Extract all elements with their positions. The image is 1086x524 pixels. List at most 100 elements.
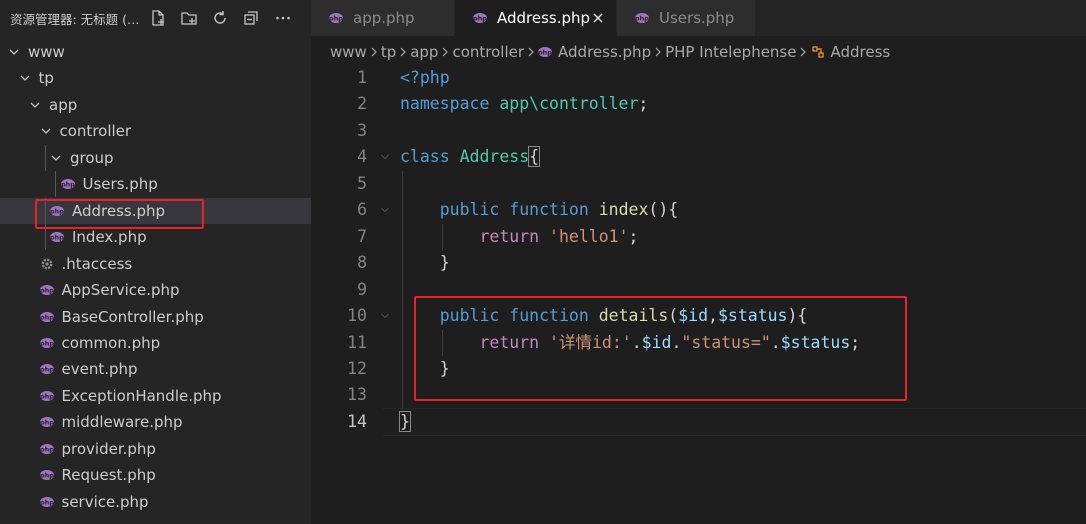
code-text: public function details($id,$status){	[400, 303, 808, 329]
code-line[interactable]: 5	[311, 171, 1086, 197]
tree-item-appservice-php[interactable]: php AppService.php	[0, 277, 311, 303]
tree-item-exceptionhandle-php[interactable]: php ExceptionHandle.php	[0, 383, 311, 409]
line-number: 5	[357, 173, 367, 193]
code-line[interactable]: 4 class Address{	[311, 144, 1086, 170]
tree-item-htaccess[interactable]: .htaccess	[0, 251, 311, 277]
code-line[interactable]: 6 public function index(){	[311, 197, 1086, 223]
code-token: ;	[638, 94, 649, 114]
code-token: $id	[641, 332, 672, 352]
breadcrumb-item-tp[interactable]: tp	[381, 43, 396, 61]
code-line[interactable]: 3	[311, 118, 1086, 144]
tree-item-provider-php[interactable]: php provider.php	[0, 436, 311, 462]
tree-item-app[interactable]: app	[0, 92, 311, 118]
php-file-icon: php	[39, 470, 54, 481]
svg-text:php: php	[40, 313, 54, 321]
code-token: .	[631, 332, 642, 352]
new-file-icon[interactable]	[148, 8, 168, 28]
code-line[interactable]: 1 <?php	[311, 65, 1086, 91]
code-token: namespace	[400, 94, 490, 114]
tab-users-php[interactable]: php Users.php	[617, 0, 756, 36]
tree-item-tp[interactable]: tp	[0, 65, 311, 91]
code-token: index	[598, 200, 649, 220]
fold-chevron-icon[interactable]	[380, 152, 390, 162]
line-number: 8	[357, 253, 367, 273]
tree-item-basecontroller-php[interactable]: php BaseController.php	[0, 304, 311, 330]
code-line[interactable]: 2 namespace app\controller;	[311, 91, 1086, 117]
svg-text:php: php	[40, 339, 54, 347]
code-line[interactable]: 13	[311, 382, 1086, 408]
code-token: ){	[787, 306, 808, 326]
chevron-right-icon	[396, 47, 410, 57]
tree-item-label: event.php	[61, 360, 138, 379]
fold-chevron-icon[interactable]	[380, 311, 390, 321]
tree-item-group[interactable]: group	[0, 144, 311, 171]
chevron-right-icon	[438, 47, 452, 57]
svg-text:php: php	[40, 498, 54, 506]
breadcrumb-item-file[interactable]: php Address.php	[538, 43, 651, 61]
line-number: 9	[357, 279, 367, 299]
code-text: <?php	[400, 65, 450, 91]
line-number: 3	[357, 120, 367, 140]
php-file-icon: php	[39, 311, 54, 322]
tree-item-middleware-php[interactable]: php middleware.php	[0, 409, 311, 435]
code-line[interactable]: 14}	[311, 409, 1086, 435]
tree-item-label: app	[49, 95, 78, 114]
code-token: "status="	[681, 332, 771, 352]
tab-address-php[interactable]: php Address.php	[455, 0, 617, 36]
code-line[interactable]: 8 }	[311, 250, 1086, 276]
chevron-right-icon	[524, 47, 538, 57]
breadcrumb-item-symbol[interactable]: Address	[810, 43, 890, 61]
code-line[interactable]: 10 public function details($id,$status){	[311, 303, 1086, 329]
line-number: 6	[357, 200, 367, 220]
tree-item-www[interactable]: www	[0, 39, 311, 65]
chevron-right-icon	[796, 47, 810, 57]
tree-item-event-php[interactable]: php event.php	[0, 356, 311, 382]
tree-item-label: ExceptionHandle.php	[61, 386, 222, 405]
php-file-icon: php	[39, 390, 54, 401]
editor-area: php app.php php Address.php php Users.ph…	[311, 0, 1086, 524]
tree-item-service-php[interactable]: php service.php	[0, 489, 311, 515]
code-token: {	[528, 146, 541, 168]
fold-chevron-icon[interactable]	[380, 205, 390, 215]
breadcrumb-item-www[interactable]: www	[330, 43, 367, 61]
tree-item-index-php[interactable]: php Index.php	[0, 224, 311, 251]
breadcrumb-item-language-server[interactable]: PHP Intelephense	[665, 43, 796, 61]
code-line[interactable]: 7 return 'hello1';	[311, 224, 1086, 250]
tree-item-common-php[interactable]: php common.php	[0, 330, 311, 356]
code-token: public	[439, 200, 500, 220]
code-text: }	[400, 250, 450, 276]
gear-icon	[40, 257, 54, 271]
code-token: .	[770, 332, 781, 352]
code-token: (){	[648, 200, 679, 220]
code-text: }	[400, 356, 450, 382]
tree-item-label: Users.php	[82, 175, 158, 194]
chevron-right-icon	[651, 47, 665, 57]
code-line[interactable]: 9	[311, 277, 1086, 303]
indent-guide	[44, 144, 46, 171]
code-text: public function index(){	[400, 197, 678, 223]
tree-item-controller[interactable]: controller	[0, 118, 311, 144]
code-token: return	[479, 226, 540, 246]
php-file-icon: php	[538, 47, 553, 57]
tree-item-address-php[interactable]: php Address.php	[0, 197, 311, 224]
indent-guide	[44, 224, 46, 251]
refresh-icon[interactable]	[210, 8, 230, 28]
new-folder-icon[interactable]	[179, 8, 199, 28]
close-icon[interactable]	[590, 10, 606, 26]
svg-text:php: php	[50, 233, 64, 241]
chevron-down-icon	[29, 99, 41, 111]
tree-item-label: common.php	[61, 333, 161, 352]
tree-item-users-php[interactable]: php Users.php	[0, 171, 311, 198]
collapse-all-icon[interactable]	[241, 8, 261, 28]
tree-item-label: tp	[38, 69, 54, 88]
code-line[interactable]: 12 }	[311, 356, 1086, 382]
breadcrumb-item-controller[interactable]: controller	[452, 43, 524, 61]
tree-item-request-php[interactable]: php Request.php	[0, 462, 311, 488]
chevron-down-icon	[19, 72, 31, 84]
breadcrumb-item-app[interactable]: app	[410, 43, 438, 61]
more-icon[interactable]	[273, 8, 293, 28]
code-line[interactable]: 11 return '详情id:'.$id."status=".$status;	[311, 330, 1086, 356]
tab-app-php[interactable]: php app.php	[311, 0, 455, 36]
